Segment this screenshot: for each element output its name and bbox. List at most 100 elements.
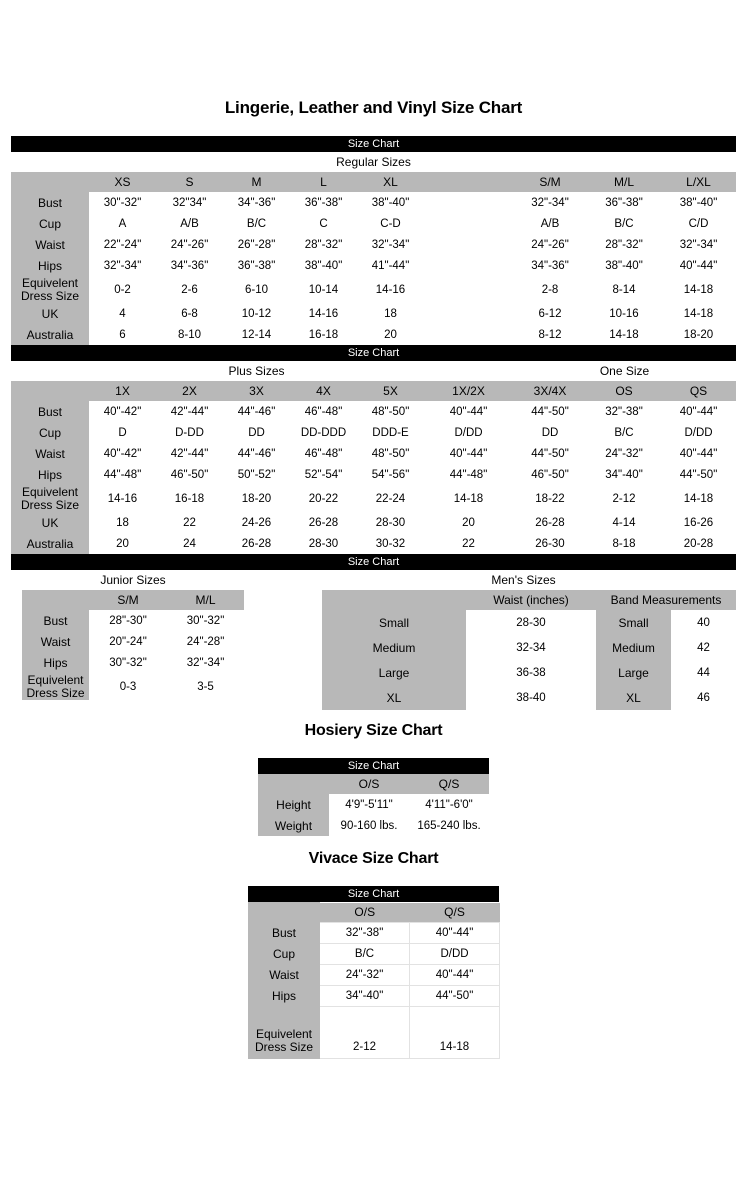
regular-cell: 32"-34" xyxy=(661,234,736,255)
plus-cell: 48"-50" xyxy=(357,443,424,464)
vivace-row-label-waist: Waist xyxy=(248,964,320,986)
regular-cell: 34"-36" xyxy=(223,192,290,213)
regular-cell: 10-12 xyxy=(223,303,290,324)
regular-cell-spacer xyxy=(424,276,513,303)
mens-col-waist: Waist (inches) xyxy=(466,590,596,610)
band-row-label-large: Large xyxy=(596,660,671,685)
plus-row-label-bust: Bust xyxy=(11,401,89,422)
regular-cell: B/C xyxy=(223,213,290,234)
plus-cell: 40"-44" xyxy=(661,401,736,422)
vivace-row-label-bust: Bust xyxy=(248,922,320,944)
junior-cell: 20"-24" xyxy=(89,631,167,652)
plus-cell: 52"-54" xyxy=(290,464,357,485)
regular-cell: 41"-44" xyxy=(357,255,424,276)
plus-col-qs: QS xyxy=(661,381,736,401)
regular-cell: 36"-38" xyxy=(587,192,661,213)
regular-col-m: M xyxy=(223,172,290,192)
plus-group-title: Plus Sizes xyxy=(228,364,285,378)
regular-col-xs: XS xyxy=(89,172,156,192)
plus-cell: DD xyxy=(223,422,290,443)
regular-cell: 0-2 xyxy=(89,276,156,303)
hosiery-col-qs: Q/S xyxy=(409,774,489,794)
plus-cell: D/DD xyxy=(424,422,513,443)
hosiery-row-label-height: Height xyxy=(258,794,329,815)
plus-cell: 16-26 xyxy=(661,512,736,533)
regular-sizes-table: XS S M L XL S/M M/L L/XL Bust 30"-32" 32… xyxy=(11,172,736,345)
plus-cell: 40"-42" xyxy=(89,401,156,422)
plus-sizes-table: 1X 2X 3X 4X 5X 1X/2X 3X/4X OS QS Bust 40… xyxy=(11,381,736,554)
hosiery-row-label-weight: Weight xyxy=(258,815,329,836)
hosiery-header-corner xyxy=(258,774,329,794)
table-row: UK 4 6-8 10-12 14-16 18 6-12 10-16 14-18 xyxy=(11,303,736,324)
plus-cell: 22 xyxy=(156,512,223,533)
band-cell: 46 xyxy=(671,685,737,710)
plus-cell: 16-18 xyxy=(156,485,223,512)
regular-cell: 8-10 xyxy=(156,324,223,345)
regular-cell: 2-6 xyxy=(156,276,223,303)
one-size-group-title: One Size xyxy=(599,364,650,378)
table-row: Waist 40"-42" 42"-44" 44"-46" 46"-48" 48… xyxy=(11,443,736,464)
plus-group-title-row: Plus Sizes One Size xyxy=(11,361,736,381)
plus-cell: 28-30 xyxy=(357,512,424,533)
dress-size-line2: Dress Size xyxy=(20,288,79,303)
regular-cell: 4 xyxy=(89,303,156,324)
regular-cell: 36"-38" xyxy=(223,255,290,276)
plus-cell: 2-12 xyxy=(587,485,661,512)
regular-cell: 40"-44" xyxy=(661,255,736,276)
table-row: Height 4'9"-5'11" 4'11"-6'0" xyxy=(258,794,489,815)
plus-header-row: 1X 2X 3X 4X 5X 1X/2X 3X/4X OS QS xyxy=(11,381,736,401)
vivace-cell: 2-12 xyxy=(319,1006,410,1059)
vivace-chart: Size Chart O/S Q/S Bust 32"-38" 40"-44" … xyxy=(248,886,500,1059)
mens-sizes-body: Waist (inches) Band Measurements Small 2… xyxy=(322,590,737,710)
vivace-cell: 34"-40" xyxy=(319,985,410,1007)
dress-size-line1: Equivelent xyxy=(21,484,79,499)
plus-row-label-hips: Hips xyxy=(11,464,89,485)
regular-cell: 2-8 xyxy=(513,276,587,303)
band-cell: 42 xyxy=(671,635,737,660)
plus-cell: D-DD xyxy=(156,422,223,443)
regular-cell: A/B xyxy=(156,213,223,234)
plus-cell: 28-30 xyxy=(290,533,357,554)
table-row: Cup A A/B B/C C C-D A/B B/C C/D xyxy=(11,213,736,234)
table-row: Equivelent Dress Size 2-12 14-18 xyxy=(248,1006,500,1059)
hosiery-title: Hosiery Size Chart xyxy=(304,722,443,739)
vivace-body: O/S Q/S Bust 32"-38" 40"-44" Cup B/C D/D… xyxy=(248,902,500,1059)
regular-cell-spacer xyxy=(424,213,513,234)
plus-col-5x: 5X xyxy=(357,381,424,401)
junior-sizes-table: S/M M/L Bust 28"-30" 30"-32" Waist 20"-2… xyxy=(22,590,244,700)
plus-col-4x: 4X xyxy=(290,381,357,401)
regular-cell: 38"-40" xyxy=(290,255,357,276)
table-row: Weight 90-160 lbs. 165-240 lbs. xyxy=(258,815,489,836)
plus-cell: 50"-52" xyxy=(223,464,290,485)
regular-cell-spacer xyxy=(424,303,513,324)
plus-cell: 24 xyxy=(156,533,223,554)
dress-size-line1: Equivelent xyxy=(21,275,79,290)
dress-size-line2: Dress Size xyxy=(20,497,79,512)
plus-cell: 46"-48" xyxy=(290,401,357,422)
regular-col-l: L xyxy=(290,172,357,192)
junior-mens-size-chart-bar: Size Chart xyxy=(11,554,736,570)
hosiery-chart: Size Chart O/S Q/S Height 4'9"-5'11" 4'1… xyxy=(258,758,489,836)
vivace-col-qs: Q/S xyxy=(409,902,500,923)
junior-mens-group-title-row: Junior Sizes Men's Sizes xyxy=(11,570,736,590)
plus-cell: 44"-50" xyxy=(661,464,736,485)
table-row: Cup D D-DD DD DD-DDD DDD-E D/DD DD B/C D… xyxy=(11,422,736,443)
plus-cell: 40"-44" xyxy=(424,443,513,464)
vivace-cell: 14-18 xyxy=(409,1006,500,1059)
regular-cell: 34"-36" xyxy=(513,255,587,276)
plus-cell: 14-18 xyxy=(661,485,736,512)
plus-cell: 18-20 xyxy=(223,485,290,512)
regular-cell-spacer xyxy=(424,324,513,345)
table-row: UK 18 22 24-26 26-28 28-30 20 26-28 4-14… xyxy=(11,512,736,533)
hosiery-cell: 4'11"-6'0" xyxy=(409,794,489,815)
hosiery-cell: 4'9"-5'11" xyxy=(329,794,409,815)
band-row-label-medium: Medium xyxy=(596,635,671,660)
vivace-header-row: O/S Q/S xyxy=(248,902,500,923)
regular-cell: 34"-36" xyxy=(156,255,223,276)
regular-cell: 14-18 xyxy=(661,303,736,324)
plus-cell: 54"-56" xyxy=(357,464,424,485)
hosiery-col-os: O/S xyxy=(329,774,409,794)
junior-row-label-dress-size: Equivelent Dress Size xyxy=(22,673,89,700)
vivace-cell: 32"-38" xyxy=(319,922,410,944)
regular-cell: 24"-26" xyxy=(513,234,587,255)
